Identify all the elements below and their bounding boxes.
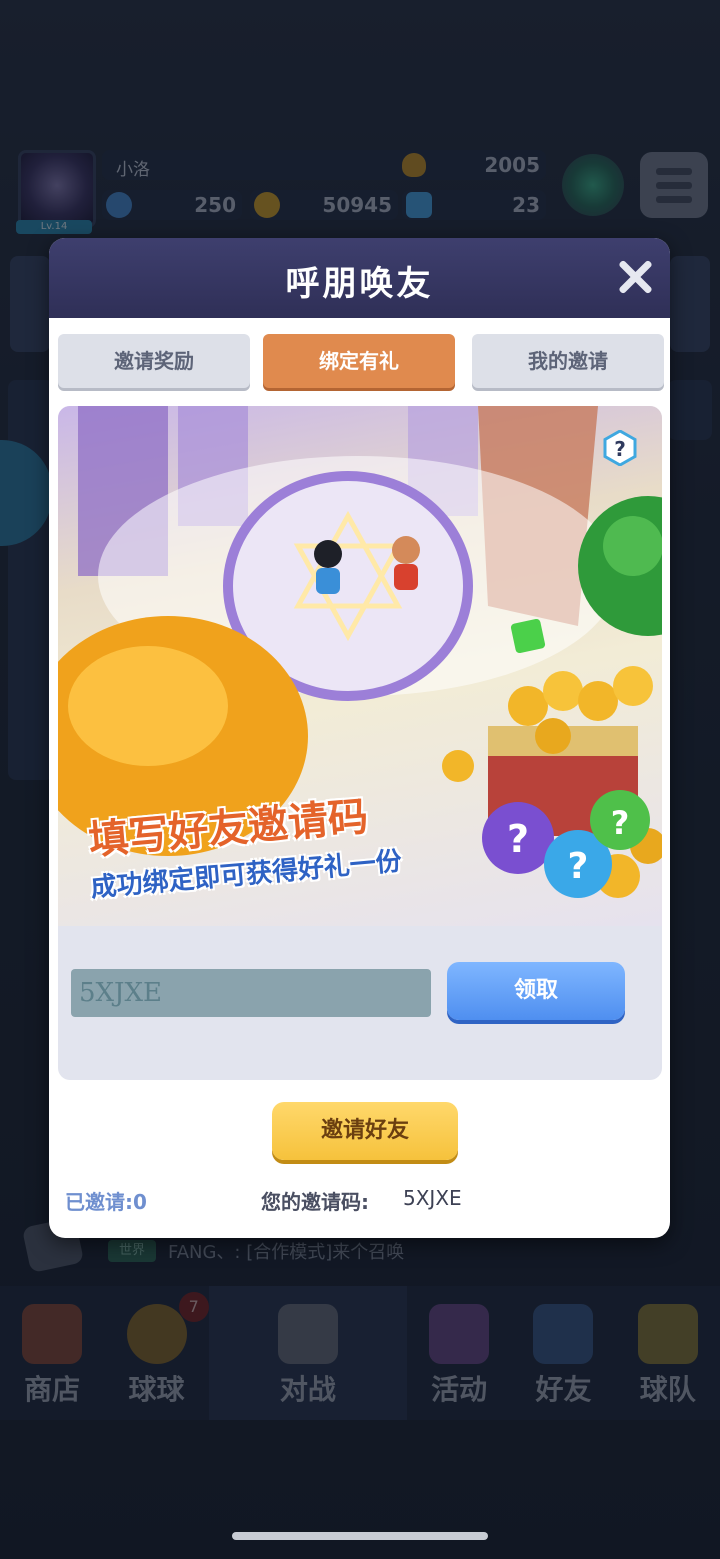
- nav-item-battle[interactable]: 对战: [208, 1286, 407, 1420]
- tab-invite-rewards[interactable]: 邀请奖励: [58, 334, 250, 388]
- nav-label: 球队: [639, 1373, 696, 1406]
- player-name: 小洛: [116, 160, 150, 180]
- gold-coin-icon: [254, 192, 280, 218]
- notification-badge: 7: [178, 1292, 209, 1322]
- rank-emblem-icon[interactable]: [562, 154, 624, 216]
- invited-count: 已邀请:0: [65, 1190, 147, 1214]
- my-invite-code-label: 您的邀请码:: [261, 1190, 369, 1214]
- invite-friends-button[interactable]: 邀请好友: [272, 1102, 458, 1160]
- bottom-nav: 商店 球球 7 对战 活动 好友 球队: [0, 1286, 720, 1420]
- menu-icon: [656, 168, 692, 175]
- background-panel: [668, 380, 712, 440]
- help-icon[interactable]: ?: [602, 429, 638, 467]
- gem-resource[interactable]: 23: [402, 190, 546, 220]
- nav-label: 活动: [431, 1373, 488, 1406]
- nav-label: 对战: [279, 1373, 336, 1406]
- balls-icon: [126, 1304, 187, 1364]
- avatar[interactable]: [18, 150, 96, 228]
- close-button[interactable]: [614, 256, 656, 298]
- chat-message: FANG、: [合作模式]来个召唤: [168, 1242, 405, 1263]
- nav-item-team[interactable]: 球队: [616, 1286, 720, 1420]
- claim-button[interactable]: 领取: [447, 962, 625, 1020]
- bind-panel: ? ? ? ? 填写好友邀请码 成功绑定即可获得好礼一份 领取: [58, 406, 662, 1080]
- gold-value: 50945: [322, 193, 392, 217]
- energy-resource[interactable]: 250: [102, 190, 242, 220]
- background-panel: [8, 380, 54, 780]
- nav-label: 球球: [128, 1373, 185, 1406]
- trophy-icon: [402, 153, 426, 177]
- battle-icon: [277, 1304, 338, 1364]
- nav-item-events[interactable]: 活动: [407, 1286, 511, 1420]
- nav-label: 商店: [24, 1373, 81, 1406]
- energy-icon: [106, 192, 132, 218]
- promo-banner: ? ? ? ? 填写好友邀请码 成功绑定即可获得好礼一份: [58, 406, 662, 926]
- svg-text:?: ?: [614, 437, 626, 461]
- my-invite-code-value: 5XJXE: [403, 1186, 462, 1210]
- dialog-header: 呼朋唤友: [49, 238, 670, 318]
- tab-bind-gift[interactable]: 绑定有礼: [263, 334, 455, 388]
- chat-channel-tag: 世界: [108, 1240, 156, 1262]
- svg-text:?: ?: [568, 846, 589, 887]
- trophy-count: 2005: [484, 153, 540, 177]
- invite-friends-dialog: 呼朋唤友 邀请奖励 绑定有礼 我的邀请 ? ? ? ? 填写好友邀请码 成功绑定…: [49, 238, 670, 1238]
- background-card: [10, 256, 50, 352]
- nav-item-friends[interactable]: 好友: [511, 1286, 615, 1420]
- invite-code-input[interactable]: [71, 969, 431, 1017]
- friends-icon: [533, 1304, 594, 1364]
- nav-item-balls[interactable]: 球球 7: [104, 1286, 209, 1420]
- top-hud: Lv.14 小洛 2005 250 50945 23: [0, 140, 720, 240]
- close-icon: [614, 256, 656, 298]
- nav-item-shop[interactable]: 商店: [0, 1286, 104, 1420]
- gem-icon: [406, 192, 432, 218]
- avatar-level-badge: Lv.14: [16, 220, 92, 234]
- menu-button[interactable]: [640, 152, 708, 218]
- shop-icon: [22, 1304, 83, 1364]
- gold-resource[interactable]: 50945: [250, 190, 398, 220]
- svg-text:?: ?: [507, 817, 529, 861]
- energy-value: 250: [194, 193, 236, 217]
- team-icon: [637, 1304, 698, 1364]
- svg-text:?: ?: [611, 804, 630, 842]
- events-icon: [429, 1304, 490, 1364]
- tab-my-invites[interactable]: 我的邀请: [472, 334, 664, 388]
- player-name-bar: 小洛 2005: [102, 150, 546, 180]
- nav-label: 好友: [535, 1373, 592, 1406]
- dialog-title: 呼朋唤友: [285, 264, 434, 304]
- background-card: [670, 256, 710, 352]
- home-indicator[interactable]: [232, 1532, 488, 1540]
- gem-value: 23: [512, 193, 540, 217]
